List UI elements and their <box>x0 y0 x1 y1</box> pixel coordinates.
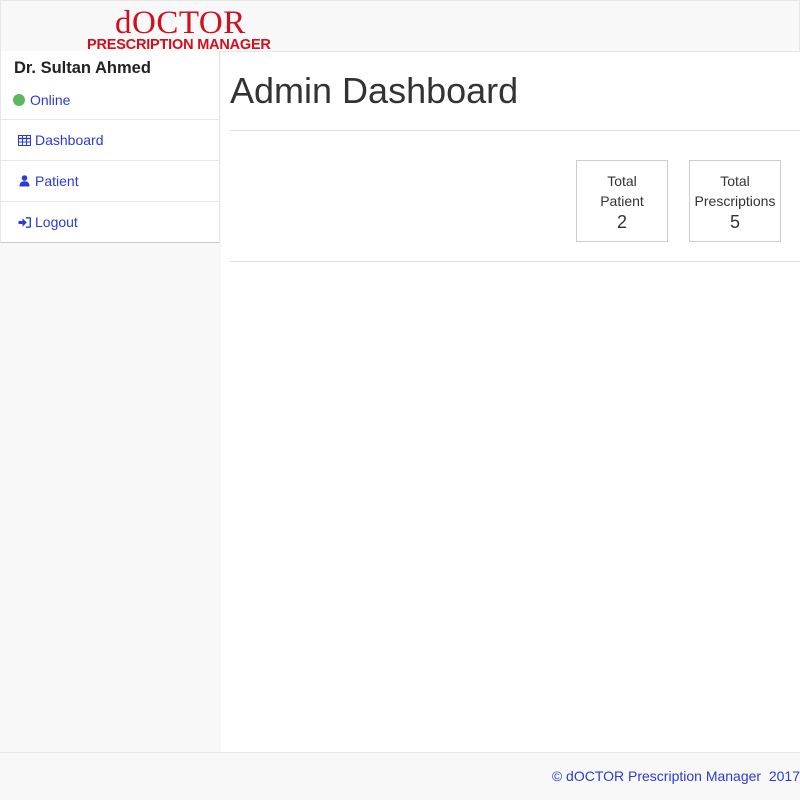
user-status[interactable]: Online <box>13 92 70 108</box>
user-panel: Dr. Sultan Ahmed Online <box>0 51 220 120</box>
sidebar-item-logout[interactable]: Logout <box>0 202 220 243</box>
stat-card-total-prescriptions[interactable]: Total Prescriptions 5 <box>689 160 781 242</box>
sidebar-nav: Dashboard Patient Logout <box>0 120 220 243</box>
user-icon <box>17 174 31 188</box>
status-label: Online <box>30 92 71 108</box>
divider <box>230 130 800 131</box>
stat-label-line1: Total <box>720 173 750 189</box>
footer-copyright[interactable]: © dOCTOR Prescription Manager 2017 <box>552 768 800 784</box>
sidebar-item-label: Dashboard <box>35 132 104 148</box>
sidebar-item-label: Logout <box>35 214 78 230</box>
page-title: Admin Dashboard <box>230 70 519 111</box>
top-header: dOCTOR PRESCRIPTION MANAGER <box>0 0 800 53</box>
sign-in-icon <box>17 215 31 229</box>
sidebar: Dr. Sultan Ahmed Online Dashboard Patien… <box>0 51 221 752</box>
stat-label: Total Prescriptions <box>690 161 780 211</box>
footer: © dOCTOR Prescription Manager 2017 <box>0 752 800 800</box>
sidebar-item-dashboard[interactable]: Dashboard <box>0 120 220 161</box>
divider <box>230 261 800 262</box>
online-status-icon <box>13 94 25 106</box>
table-icon <box>17 133 31 147</box>
user-name: Dr. Sultan Ahmed <box>14 59 151 77</box>
stat-label-line2: Prescriptions <box>694 193 776 209</box>
stat-label: Total Patient <box>577 161 667 211</box>
brand-logo[interactable]: dOCTOR PRESCRIPTION MANAGER <box>87 5 287 53</box>
stat-label-line1: Total <box>607 173 637 189</box>
stat-value: 2 <box>616 212 627 232</box>
sidebar-item-patient[interactable]: Patient <box>0 161 220 202</box>
sidebar-item-label: Patient <box>35 173 79 189</box>
stat-label-line2: Patient <box>600 193 644 209</box>
stat-card-total-patient[interactable]: Total Patient 2 <box>576 160 668 242</box>
brand-title: dOCTOR <box>115 5 246 41</box>
stat-value: 5 <box>729 212 740 232</box>
